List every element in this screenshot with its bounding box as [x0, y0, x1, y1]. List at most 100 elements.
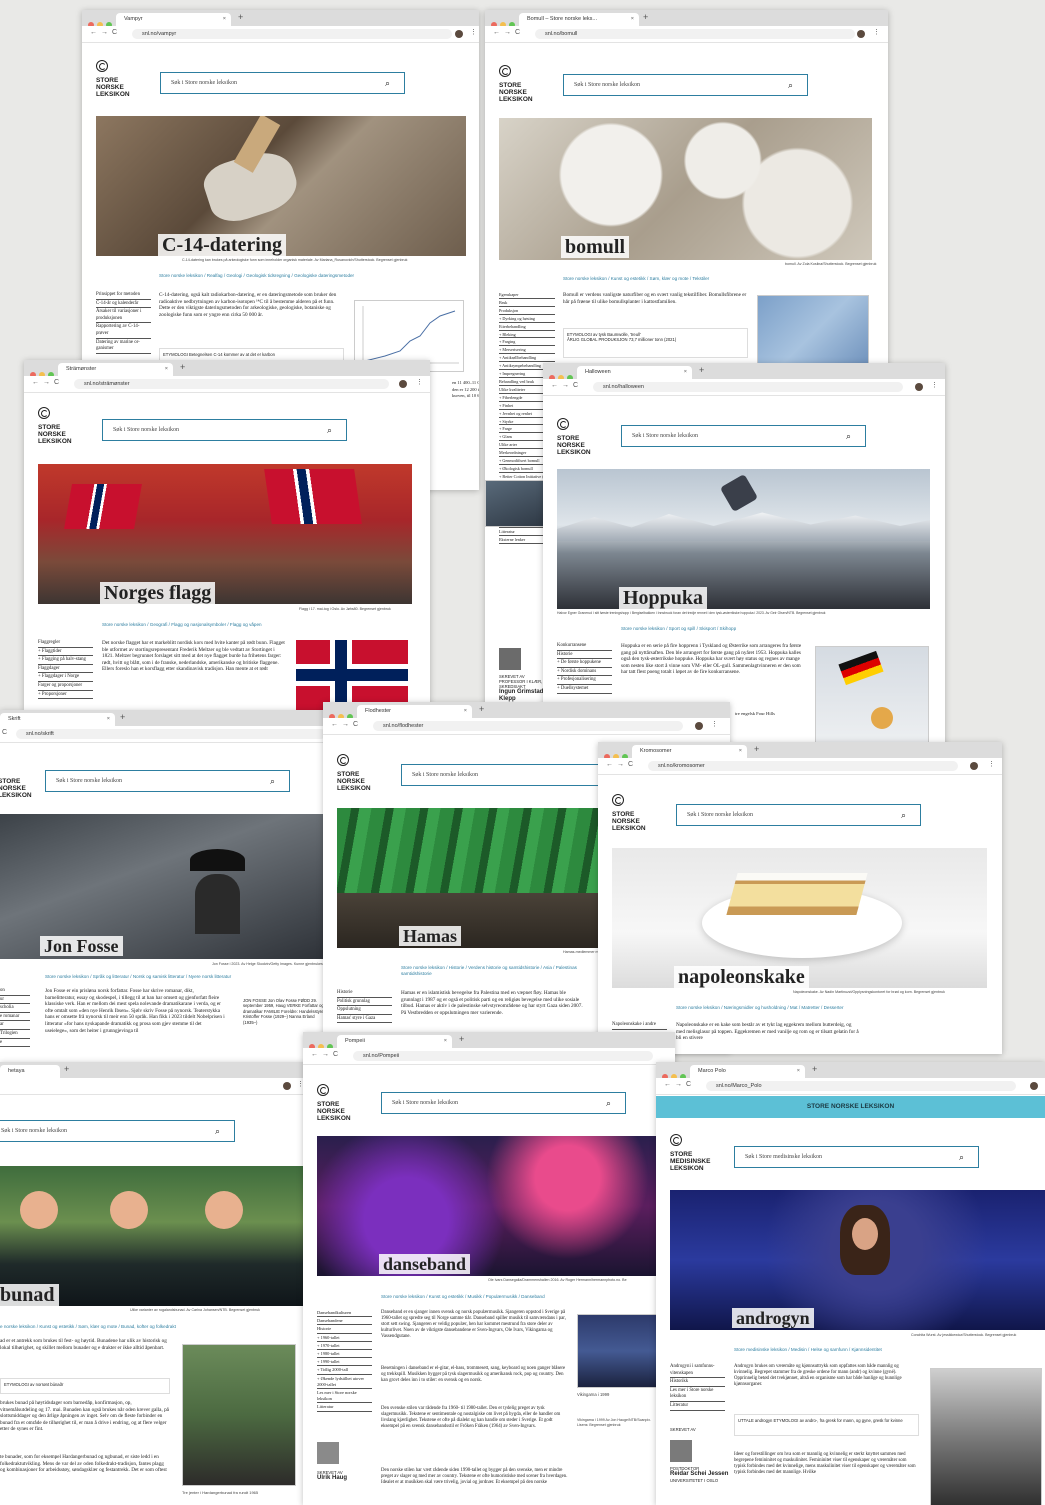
- nav-buttons[interactable]: C: [2, 729, 11, 736]
- forward-icon[interactable]: →: [675, 1081, 686, 1088]
- search-input[interactable]: Søk i Store norske leksikon⌕: [160, 72, 405, 94]
- snl-banner[interactable]: STORE NORSKE LEKSIKON: [656, 1096, 1045, 1118]
- reload-icon[interactable]: C: [333, 1051, 342, 1058]
- nav-buttons[interactable]: ←→C: [311, 1051, 342, 1058]
- breadcrumb[interactable]: Store norske leksikon / Språk og littera…: [45, 974, 231, 979]
- search-input[interactable]: Søk i Store norske leksikon⌕: [0, 1120, 235, 1142]
- back-icon[interactable]: ←: [493, 29, 504, 36]
- url-field[interactable]: snl.no/halloween: [593, 382, 903, 392]
- search-icon[interactable]: ⌕: [327, 420, 332, 440]
- search-icon[interactable]: ⌕: [270, 771, 275, 791]
- back-icon[interactable]: ←: [664, 1081, 675, 1088]
- search-icon[interactable]: ⌕: [959, 1147, 964, 1167]
- back-icon[interactable]: ←: [311, 1051, 322, 1058]
- forward-icon[interactable]: →: [322, 1051, 333, 1058]
- reload-icon[interactable]: C: [515, 29, 524, 36]
- menu-kebab-icon[interactable]: ⋮: [931, 381, 938, 389]
- table-of-contents[interactable]: Androgyni i samfunns-vitenskapen Historik…: [670, 1364, 725, 1412]
- forward-icon[interactable]: →: [101, 29, 112, 36]
- table-of-contents[interactable]: Flaggregler + Flaggtider + Flagging på hal…: [38, 640, 93, 700]
- breadcrumb[interactable]: Store norske leksikon / Kunst og estetik…: [381, 1294, 545, 1299]
- new-tab-icon[interactable]: +: [459, 1034, 464, 1044]
- new-tab-icon[interactable]: +: [479, 704, 484, 714]
- reload-icon[interactable]: C: [686, 1081, 695, 1088]
- table-of-contents[interactable]: Konkurransene Historie + De første hoppuke…: [557, 643, 612, 695]
- profile-avatar[interactable]: [970, 762, 978, 770]
- tab-flodhester[interactable]: Flodhester ×: [357, 705, 472, 718]
- window-controls[interactable]: [662, 1067, 689, 1080]
- window-controls[interactable]: [491, 15, 518, 28]
- tab-close-icon[interactable]: ×: [165, 363, 168, 376]
- snl-logo[interactable]: STORE NORSKE LEKSIKON: [0, 778, 32, 799]
- menu-kebab-icon[interactable]: ⋮: [470, 28, 477, 36]
- url-field[interactable]: snl.no/strämønster: [74, 379, 389, 389]
- tab-close-icon[interactable]: ×: [464, 705, 467, 718]
- profile-avatar[interactable]: [283, 1082, 291, 1090]
- search-icon[interactable]: ⌕: [215, 1121, 220, 1141]
- breadcrumb[interactable]: Store norske leksikon / Realfag / Geolog…: [159, 273, 354, 278]
- search-input[interactable]: Søk i Store norske leksikon⌕: [563, 74, 808, 96]
- breadcrumb[interactable]: Store norske leksikon / Historie / Verde…: [401, 965, 601, 977]
- snl-logo[interactable]: STORE NORSKE LEKSIKON: [557, 418, 591, 456]
- tab-pompeii[interactable]: Pompeii ×: [337, 1035, 452, 1048]
- forward-icon[interactable]: →: [43, 379, 54, 386]
- nav-buttons[interactable]: ←→C: [606, 761, 637, 768]
- new-tab-icon[interactable]: +: [120, 712, 125, 722]
- url-field[interactable]: snl.no/Marco_Polo: [706, 1081, 1016, 1091]
- forward-icon[interactable]: →: [342, 721, 353, 728]
- forward-icon[interactable]: →: [562, 382, 573, 389]
- profile-avatar[interactable]: [455, 30, 463, 38]
- breadcrumb[interactable]: Store norske leksikon / Kunst og estetik…: [563, 276, 709, 281]
- new-tab-icon[interactable]: +: [238, 12, 243, 22]
- tab-bomull[interactable]: Bomull – Store norske leks... ×: [519, 13, 639, 26]
- url-field[interactable]: snl.no/skrift: [16, 729, 326, 739]
- window-controls[interactable]: [604, 747, 631, 760]
- profile-avatar[interactable]: [857, 30, 865, 38]
- menu-kebab-icon[interactable]: ⋮: [711, 720, 718, 728]
- window-controls[interactable]: [88, 15, 115, 28]
- profile-avatar[interactable]: [695, 722, 703, 730]
- search-icon[interactable]: ⌕: [846, 426, 851, 446]
- url-field[interactable]: snl.no/Pompeii: [353, 1051, 653, 1061]
- tab-skrift[interactable]: Skrift ×: [0, 713, 115, 726]
- new-tab-icon[interactable]: +: [643, 12, 648, 22]
- back-icon[interactable]: ←: [551, 382, 562, 389]
- snl-logo[interactable]: STORE NORSKE LEKSIKON: [317, 1084, 351, 1122]
- reload-icon[interactable]: C: [573, 382, 582, 389]
- back-icon[interactable]: ←: [331, 721, 342, 728]
- search-input[interactable]: Søk i Store norske leksikon⌕: [676, 804, 921, 826]
- tab-close-icon[interactable]: ×: [631, 13, 634, 26]
- nav-buttons[interactable]: ←→C: [90, 29, 121, 36]
- breadcrumb[interactable]: Store medisinske leksikon / Medisin / He…: [734, 1347, 882, 1352]
- window-controls[interactable]: [309, 1037, 336, 1050]
- snl-logo[interactable]: STORE NORSKE LEKSIKON: [38, 407, 72, 445]
- search-input[interactable]: Søk i Store norske leksikon⌕: [381, 1092, 626, 1114]
- new-tab-icon[interactable]: +: [699, 365, 704, 375]
- table-of-contents[interactable]: on ur scholia e romanar ar Trilogien e: [0, 988, 30, 1048]
- forward-icon[interactable]: →: [504, 29, 515, 36]
- reload-icon[interactable]: C: [628, 761, 637, 768]
- nav-buttons[interactable]: ←→C: [493, 29, 524, 36]
- back-icon[interactable]: ←: [90, 29, 101, 36]
- tab-close-icon[interactable]: ×: [223, 13, 226, 26]
- table-of-contents[interactable]: Historie Politisk grunnlag Oppslutning Hama…: [337, 990, 392, 1024]
- table-of-contents[interactable]: Napoleonskake i andre: [612, 1022, 667, 1031]
- new-tab-icon[interactable]: +: [64, 1064, 69, 1074]
- tab-straamanster[interactable]: Strämønster ×: [58, 363, 173, 376]
- search-input[interactable]: Søk i Store norske leksikon⌕: [621, 425, 866, 447]
- search-icon[interactable]: ⌕: [788, 75, 793, 95]
- url-field[interactable]: snl.no/vampyr: [132, 29, 452, 39]
- snl-logo[interactable]: STORE NORSKE LEKSIKON: [612, 794, 646, 832]
- menu-kebab-icon[interactable]: ⋮: [873, 28, 880, 36]
- breadcrumb[interactable]: e norske leksikon / Kunst og estetikk / …: [0, 1324, 176, 1329]
- reload-icon[interactable]: C: [2, 729, 11, 736]
- breadcrumb[interactable]: Store norske leksikon / Næringsmidler og…: [676, 1005, 844, 1010]
- nav-buttons[interactable]: ←→C: [664, 1081, 695, 1088]
- reload-icon[interactable]: C: [112, 29, 121, 36]
- breadcrumb[interactable]: Store norske leksikon / Sport og spill /…: [621, 626, 736, 631]
- search-input[interactable]: Søk i Store norske leksikon⌕: [45, 770, 290, 792]
- tab-halloween[interactable]: Halloween ×: [577, 366, 692, 379]
- sml-logo[interactable]: STORE MEDISINSKE LEKSIKON: [670, 1134, 710, 1172]
- tab-close-icon[interactable]: ×: [797, 1065, 800, 1078]
- reload-icon[interactable]: C: [54, 379, 63, 386]
